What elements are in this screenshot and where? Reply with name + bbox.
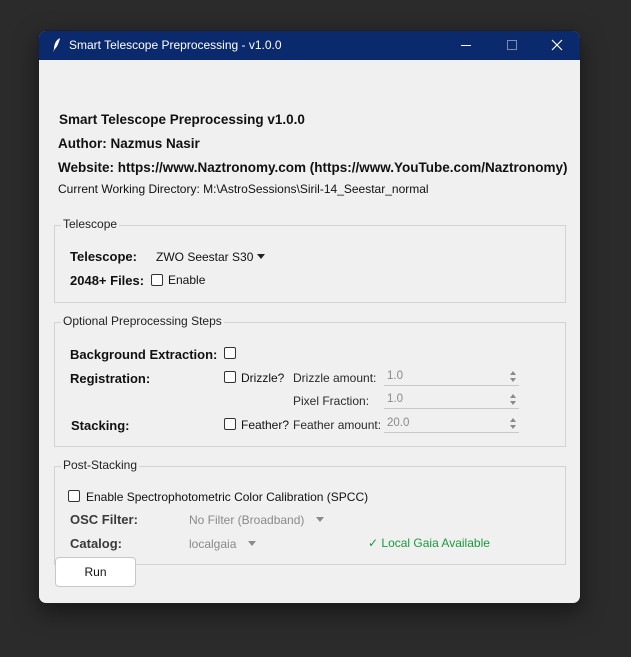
feather-label: Feather? (241, 418, 290, 432)
spin-down-icon[interactable] (508, 424, 518, 431)
telescope-dropdown-value: ZWO Seestar S30 (156, 250, 254, 264)
osc-filter-dropdown[interactable]: No Filter (Broadband) (189, 511, 329, 529)
chevron-down-icon (316, 517, 324, 522)
optional-steps-group: Optional Preprocessing Steps Background … (54, 314, 566, 447)
run-button[interactable]: Run (55, 557, 136, 587)
enable-label: Enable (168, 273, 206, 287)
telescope-dropdown[interactable]: ZWO Seestar S30 (156, 248, 271, 266)
spin-up-icon[interactable] (508, 417, 518, 424)
stacking-label: Stacking: (71, 418, 130, 433)
drizzle-amount-value: 1.0 (387, 370, 403, 382)
spin-up-icon[interactable] (508, 370, 518, 377)
maximize-button[interactable] (489, 31, 535, 60)
drizzle-amount-spinbox[interactable]: 1.0 (384, 369, 519, 386)
gaia-status-text: ✓ Local Gaia Available (368, 536, 490, 550)
optional-group-title: Optional Preprocessing Steps (61, 314, 224, 328)
drizzle-label: Drizzle? (241, 371, 285, 385)
window-title: Smart Telescope Preprocessing - v1.0.0 (69, 38, 282, 52)
spin-down-icon[interactable] (508, 400, 518, 407)
catalog-label: Catalog: (70, 536, 122, 551)
feather-amount-spinbox[interactable]: 20.0 (384, 416, 519, 433)
feather-checkbox[interactable] (224, 418, 236, 430)
catalog-value: localgaia (189, 537, 237, 551)
registration-label: Registration: (70, 371, 151, 386)
telescope-label: Telescope: (70, 249, 137, 264)
background-extraction-label: Background Extraction: (70, 347, 218, 362)
drizzle-checkbox[interactable] (224, 371, 236, 383)
files-label: 2048+ Files: (70, 273, 145, 288)
pixel-fraction-value: 1.0 (387, 393, 403, 405)
enable-2048-checkbox[interactable] (151, 274, 163, 286)
post-stacking-group: Post-Stacking Enable Spectrophotometric … (54, 458, 566, 565)
spin-down-icon[interactable] (508, 377, 518, 384)
telescope-group: Telescope Telescope: ZWO Seestar S30 204… (54, 217, 566, 303)
website-heading: Website: https://www.Naztronomy.com (htt… (58, 160, 568, 175)
osc-filter-value: No Filter (Broadband) (189, 513, 305, 527)
pixel-fraction-spinbox[interactable]: 1.0 (384, 392, 519, 409)
title-bar[interactable]: Smart Telescope Preprocessing - v1.0.0 (39, 31, 580, 60)
close-icon (551, 39, 563, 51)
feather-amount-label: Feather amount: (293, 418, 382, 432)
maximize-icon (507, 40, 517, 50)
main-content: Smart Telescope Preprocessing v1.0.0 Aut… (39, 60, 580, 603)
current-working-directory: Current Working Directory: M:\AstroSessi… (58, 182, 429, 196)
chevron-down-icon (257, 254, 265, 259)
feather-amount-value: 20.0 (387, 417, 410, 429)
telescope-group-title: Telescope (61, 217, 120, 231)
app-name-heading: Smart Telescope Preprocessing v1.0.0 (59, 112, 305, 127)
author-heading: Author: Nazmus Nasir (58, 136, 200, 151)
chevron-down-icon (248, 541, 256, 546)
drizzle-amount-label: Drizzle amount: (293, 371, 377, 385)
feather-app-icon (51, 37, 63, 53)
spcc-checkbox[interactable] (68, 490, 80, 502)
background-extraction-checkbox[interactable] (224, 347, 236, 359)
spin-up-icon[interactable] (508, 393, 518, 400)
app-window: Smart Telescope Preprocessing - v1.0.0 S… (39, 31, 580, 603)
close-button[interactable] (534, 31, 580, 60)
minimize-icon (461, 45, 471, 46)
pixel-fraction-label: Pixel Fraction: (293, 394, 370, 408)
catalog-dropdown[interactable]: localgaia (189, 535, 264, 553)
post-stacking-group-title: Post-Stacking (61, 458, 140, 472)
minimize-button[interactable] (443, 31, 489, 60)
spcc-label: Enable Spectrophotometric Color Calibrat… (86, 490, 369, 504)
osc-filter-label: OSC Filter: (70, 512, 138, 527)
